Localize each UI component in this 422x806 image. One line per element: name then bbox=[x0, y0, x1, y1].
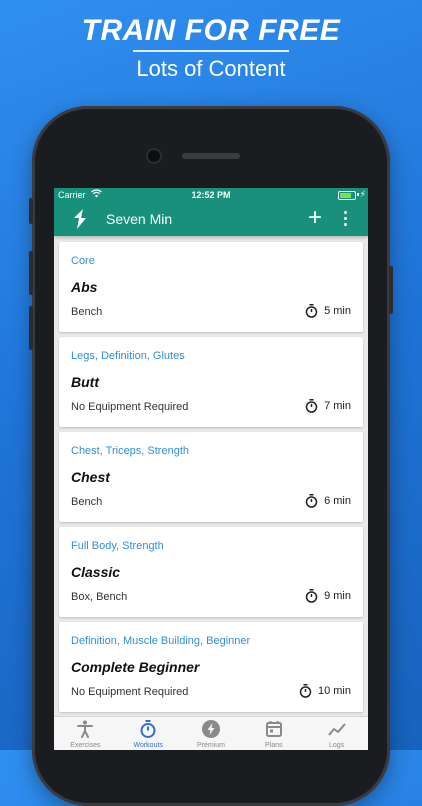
workout-card[interactable]: Full Body, Strength Classic Box, Bench 9… bbox=[59, 527, 363, 617]
workout-card[interactable]: Definition, Muscle Building, Beginner Co… bbox=[59, 622, 363, 712]
bolt-icon bbox=[201, 720, 220, 738]
bottom-nav: Exercises Workouts Premium Plans Logs bbox=[54, 716, 368, 750]
workout-equipment: No Equipment Required bbox=[71, 686, 189, 698]
promo-title: TRAIN FOR FREE bbox=[81, 14, 341, 47]
workout-duration: 10 min bbox=[299, 684, 351, 698]
status-bar: Carrier 12:52 PM ⚡ bbox=[54, 188, 368, 202]
chart-line-icon bbox=[327, 723, 346, 736]
nav-logs[interactable]: Logs bbox=[305, 717, 368, 750]
app-screen: Carrier 12:52 PM ⚡ Seven Min + Core Abs … bbox=[54, 188, 368, 750]
status-time: 12:52 PM bbox=[191, 190, 231, 200]
phone-side-button bbox=[389, 266, 393, 314]
stopwatch-icon bbox=[305, 399, 318, 413]
stopwatch-icon bbox=[305, 589, 318, 603]
stopwatch-icon bbox=[305, 494, 318, 508]
phone-side-button bbox=[29, 198, 33, 224]
nav-label: Plans bbox=[265, 742, 283, 749]
phone-side-button bbox=[29, 306, 33, 350]
nav-exercises[interactable]: Exercises bbox=[54, 717, 117, 750]
charging-icon: ⚡ bbox=[359, 189, 366, 199]
nav-label: Exercises bbox=[70, 742, 101, 749]
nav-label: Logs bbox=[328, 742, 345, 749]
workout-name: Chest bbox=[71, 469, 110, 485]
workout-tags: Definition, Muscle Building, Beginner bbox=[71, 635, 251, 647]
app-logo-icon bbox=[74, 209, 86, 229]
workout-duration-text: 5 min bbox=[324, 305, 351, 317]
workout-tags: Chest, Triceps, Strength bbox=[71, 445, 189, 457]
workout-duration-text: 9 min bbox=[324, 590, 351, 602]
promo-divider bbox=[133, 50, 289, 52]
calendar-icon bbox=[265, 721, 282, 737]
app-bar: Seven Min + bbox=[54, 202, 368, 236]
plus-icon[interactable]: + bbox=[308, 205, 322, 231]
workout-card[interactable]: Legs, Definition, Glutes Butt No Equipme… bbox=[59, 337, 363, 427]
workout-tags: Full Body, Strength bbox=[71, 540, 164, 552]
stopwatch-icon bbox=[305, 304, 318, 318]
workout-tags: Core bbox=[71, 255, 95, 267]
workout-name: Butt bbox=[71, 374, 99, 390]
workout-duration: 5 min bbox=[305, 304, 351, 318]
promo-subtitle: Lots of Content bbox=[136, 56, 286, 81]
nav-premium[interactable]: Premium bbox=[180, 717, 243, 750]
phone-camera bbox=[148, 150, 160, 162]
workout-name: Abs bbox=[71, 279, 98, 295]
phone-side-button bbox=[29, 251, 33, 295]
workout-equipment: Bench bbox=[71, 306, 103, 318]
workout-name: Complete Beginner bbox=[71, 659, 200, 675]
workout-card[interactable]: Chest, Triceps, Strength Chest Bench 6 m… bbox=[59, 432, 363, 522]
workout-duration: 7 min bbox=[305, 399, 351, 413]
workout-card[interactable]: Core Abs Bench 5 min bbox=[59, 242, 363, 332]
stopwatch-icon bbox=[140, 720, 156, 738]
app-title: Seven Min bbox=[106, 211, 173, 227]
nav-label: Premium bbox=[196, 742, 225, 749]
workout-duration: 9 min bbox=[305, 589, 351, 603]
workout-duration-text: 10 min bbox=[317, 685, 351, 697]
workout-tags: Legs, Definition, Glutes bbox=[71, 350, 185, 362]
phone-speaker bbox=[182, 153, 240, 159]
nav-plans[interactable]: Plans bbox=[242, 717, 305, 750]
workout-name: Classic bbox=[71, 564, 121, 580]
workout-duration-text: 7 min bbox=[324, 400, 351, 412]
nav-label: Workouts bbox=[133, 742, 163, 749]
more-vertical-icon[interactable] bbox=[338, 208, 352, 230]
workout-equipment: Bench bbox=[71, 496, 103, 508]
workout-duration-text: 6 min bbox=[324, 495, 351, 507]
workout-equipment: No Equipment Required bbox=[71, 401, 189, 413]
stopwatch-icon bbox=[299, 684, 312, 698]
person-icon bbox=[77, 720, 94, 738]
battery-icon bbox=[338, 191, 356, 200]
nav-workouts[interactable]: Workouts bbox=[117, 717, 180, 750]
workout-equipment: Box, Bench bbox=[71, 591, 128, 603]
workout-duration: 6 min bbox=[305, 494, 351, 508]
